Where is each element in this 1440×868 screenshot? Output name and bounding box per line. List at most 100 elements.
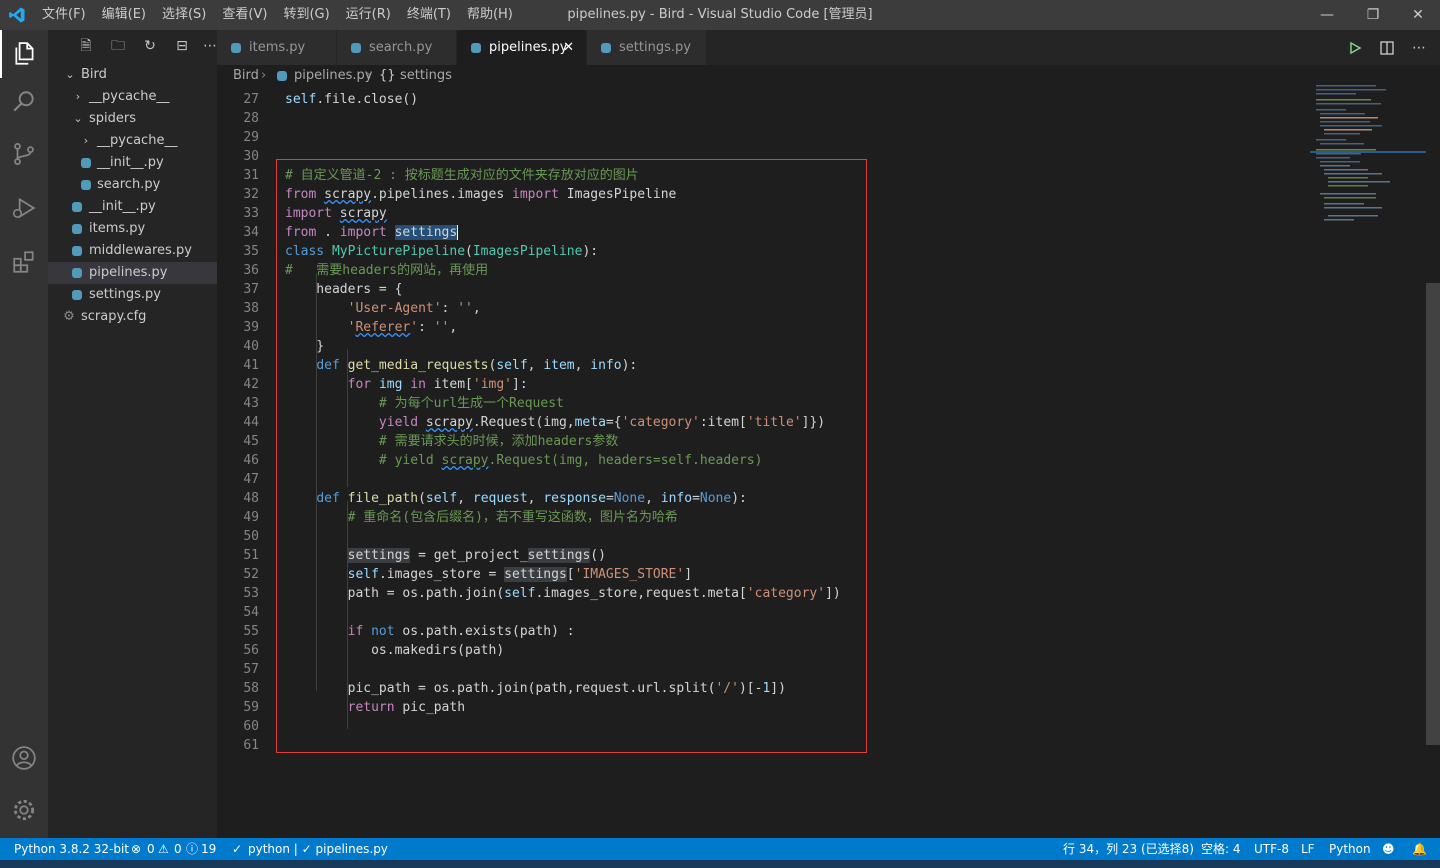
accounts-icon[interactable] — [0, 734, 48, 782]
search-icon[interactable] — [0, 78, 48, 126]
line-number: 30 — [243, 149, 259, 164]
breadcrumb-root[interactable]: Bird — [233, 65, 259, 87]
info-icon: ⓘ — [186, 842, 199, 856]
minimap[interactable] — [1310, 65, 1440, 838]
menu-go[interactable]: 转到(G) — [283, 0, 337, 30]
file-spiders-init[interactable]: __init__.py — [48, 152, 217, 174]
file-pipelines[interactable]: pipelines.py — [48, 262, 217, 284]
line-number: 51 — [243, 548, 259, 563]
python-file-icon — [81, 158, 91, 168]
run-file-icon[interactable] — [1348, 41, 1362, 55]
explorer-icon[interactable] — [0, 30, 48, 78]
breadcrumb-file[interactable]: pipelines.py — [294, 65, 372, 87]
file-items[interactable]: items.py — [48, 218, 217, 240]
menu-terminal[interactable]: 终端(T) — [407, 0, 459, 30]
new-folder-icon[interactable]: 🗀 — [108, 36, 128, 56]
menu-run[interactable]: 运行(R) — [346, 0, 399, 30]
python-file-icon — [72, 246, 82, 256]
menu-file[interactable]: 文件(F) — [42, 0, 94, 30]
code-line: 27 self.file.close() — [217, 90, 1310, 109]
problems-warnings[interactable]: 0 — [174, 838, 182, 860]
close-window-button[interactable]: ✕ — [1395, 0, 1440, 30]
python-interpreter[interactable]: Python 3.8.2 32-bit — [14, 838, 129, 860]
line-number: 60 — [243, 719, 259, 734]
line-number: 57 — [243, 662, 259, 677]
line-number: 31 — [243, 168, 259, 183]
refresh-icon[interactable]: ↻ — [140, 36, 160, 56]
run-debug-icon[interactable] — [0, 184, 48, 232]
menu-view[interactable]: 查看(V) — [222, 0, 275, 30]
more-actions-icon[interactable]: ⋯ — [1412, 40, 1426, 56]
extensions-icon[interactable] — [0, 238, 48, 286]
line-number: 50 — [243, 529, 259, 544]
line-number: 44 — [243, 415, 259, 430]
folder-pycache[interactable]: › __pycache__ — [48, 86, 217, 108]
split-editor-icon[interactable] — [1380, 40, 1394, 55]
gear-icon[interactable] — [0, 786, 48, 834]
feedback-icon[interactable]: ☻ — [1382, 838, 1395, 860]
vertical-scrollbar[interactable] — [1426, 65, 1440, 838]
file-middlewares[interactable]: middlewares.py — [48, 240, 217, 262]
file-settings[interactable]: settings.py — [48, 284, 217, 306]
line-number: 39 — [243, 320, 259, 335]
folder-spiders[interactable]: ⌄ spiders — [48, 108, 217, 130]
breadcrumb-symbol[interactable]: settings — [400, 65, 452, 87]
check-icon: ✓ — [232, 842, 243, 856]
line-number: 29 — [243, 130, 259, 145]
line-number: 32 — [243, 187, 259, 202]
chevron-right-icon: › — [261, 68, 267, 83]
menu-edit[interactable]: 编辑(E) — [102, 0, 154, 30]
lint-status[interactable]: python | ✓ pipelines.py — [248, 838, 388, 860]
line-number: 35 — [243, 244, 259, 259]
chevron-down-icon: ⌄ — [65, 68, 75, 81]
indent-guide — [347, 615, 348, 685]
file-scrapy-cfg[interactable]: ⚙ scrapy.cfg — [48, 306, 217, 328]
close-tab-icon[interactable]: ✕ — [563, 30, 574, 65]
line-number: 54 — [243, 605, 259, 620]
minimize-button[interactable]: — — [1304, 0, 1350, 30]
file-search[interactable]: search.py — [48, 174, 217, 196]
problems-info[interactable]: 19 — [201, 838, 216, 860]
line-code: self.file.close() — [285, 92, 419, 107]
python-file-icon — [471, 43, 481, 53]
tab-search[interactable]: search.py — [337, 30, 457, 65]
python-file-icon — [351, 43, 361, 53]
cursor-position[interactable]: 行 34，列 23 (已选择8) — [1063, 838, 1194, 860]
encoding[interactable]: UTF-8 — [1254, 838, 1289, 860]
folder-spiders-pycache[interactable]: › __pycache__ — [48, 130, 217, 152]
code-editor[interactable]: 27 self.file.close() 28 29 30 31 # 自定义管道-2 : 按… — [217, 87, 1310, 838]
line-number: 48 — [243, 491, 259, 506]
line-number: 49 — [243, 510, 259, 525]
tab-settings[interactable]: settings.py — [587, 30, 707, 65]
line-number: 58 — [243, 681, 259, 696]
menu-help[interactable]: 帮助(H) — [467, 0, 521, 30]
restore-button[interactable]: ❐ — [1350, 0, 1396, 30]
file-init[interactable]: __init__.py — [48, 196, 217, 218]
line-number: 27 — [243, 92, 259, 107]
line-number: 42 — [243, 377, 259, 392]
new-file-icon[interactable]: 🗎 — [76, 36, 96, 56]
bell-icon[interactable]: 🔔 — [1412, 838, 1427, 860]
tab-items[interactable]: items.py — [217, 30, 337, 65]
line-number: 56 — [243, 643, 259, 658]
line-number: 46 — [243, 453, 259, 468]
end-of-line[interactable]: LF — [1301, 838, 1315, 860]
source-control-icon[interactable] — [0, 130, 48, 178]
minimap-preview — [1310, 85, 1426, 221]
chevron-right-icon: › — [83, 134, 89, 147]
code-line: 28 — [217, 109, 1310, 128]
language-mode[interactable]: Python — [1329, 838, 1371, 860]
indentation[interactable]: 空格: 4 — [1201, 838, 1241, 860]
python-file-icon — [72, 202, 82, 212]
folder-bird[interactable]: ⌄ Bird — [48, 64, 217, 86]
line-number: 33 — [243, 206, 259, 221]
line-number: 55 — [243, 624, 259, 639]
scrollbar-thumb[interactable] — [1426, 283, 1440, 745]
problems-errors[interactable]: 0 — [147, 838, 155, 860]
config-gear-icon: ⚙ — [63, 309, 75, 324]
chevron-right-icon: › — [366, 68, 372, 83]
tab-pipelines[interactable]: pipelines.py ✕ — [457, 30, 587, 65]
line-number: 53 — [243, 586, 259, 601]
collapse-all-icon[interactable]: ⊟ — [172, 36, 192, 56]
menu-selection[interactable]: 选择(S) — [162, 0, 214, 30]
